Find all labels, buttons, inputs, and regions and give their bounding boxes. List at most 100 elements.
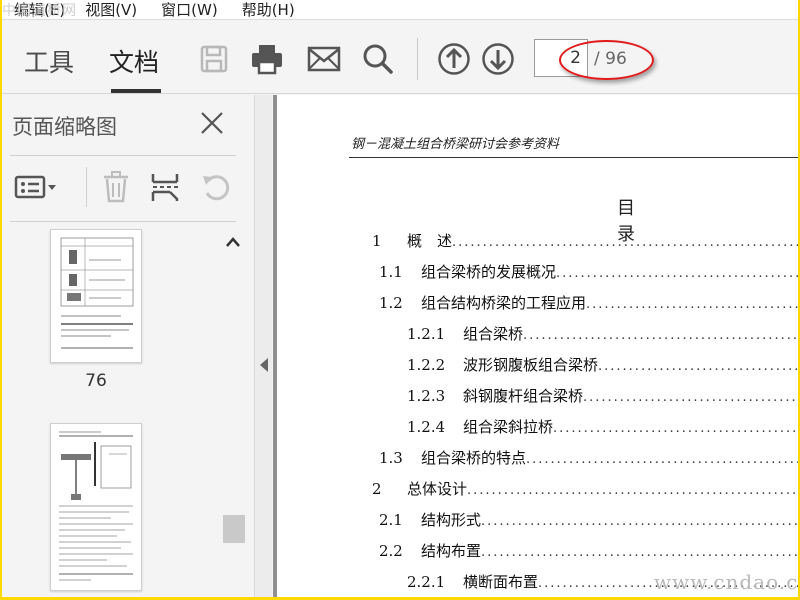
toc-entry-title: 组合梁桥的特点 [421,449,527,467]
menu-edit[interactable]: 编辑(E) [14,1,65,19]
toc-leader-dots: ........................................… [553,421,798,436]
scrollbar-thumb[interactable] [223,515,245,543]
toolbar-separator [417,38,418,80]
options-icon [14,175,56,199]
menu-help[interactable]: 帮助(H) [242,1,295,19]
save-icon [200,45,228,73]
toc-leader-dots: ........................................… [481,545,798,560]
chevron-up-icon [226,237,240,247]
toc-leader-dots: ........................................… [452,235,798,250]
page-thumbnail[interactable] [50,229,142,363]
toc-entry-number: 1.2.4 [407,418,446,436]
email-icon [307,46,341,72]
toc-entry-title: 斜钢腹杆组合梁桥 [463,387,584,405]
toc-entry-number: 1.3 [379,449,403,467]
document-view[interactable]: 钢－混凝土组合桥梁研讨会参考资料 目 录 1概 述 ..............… [273,95,798,597]
thumbnail-panel: 页面缩略图 76 [2,95,254,597]
toc-entry-number: 2.2 [379,542,403,560]
close-icon [201,112,223,134]
toc-leader-dots: ........................................… [586,297,798,312]
tab-document[interactable]: 文档 [109,43,159,79]
toc-entry[interactable]: 1.2.3 斜钢腹杆组合梁桥 ..........................… [407,385,798,407]
panel-collapse-handle[interactable] [254,95,272,597]
toc-entry-title: 概 述 [407,232,453,250]
toc-entry-number: 1.2.3 [407,387,446,405]
page-down-icon [482,43,514,75]
toc-entry[interactable]: 2.2 结构布置 ................................… [379,540,798,562]
toc-leader-dots: ........................................… [467,483,798,498]
toc-entry-number: 2.1 [379,511,403,529]
toc-entry[interactable]: 1.2.2 波形钢腹板组合梁桥 .........................… [407,354,798,376]
toc-leader-dots: ........................................… [538,576,798,591]
toc-entry-number: 2 [372,480,382,498]
page-thumbnail[interactable] [50,423,142,591]
toc-entry-title: 结构布置 [421,542,482,560]
toc-entry-title: 波形钢腹板组合梁桥 [463,356,599,374]
divider [10,221,236,222]
extract-icon [151,174,179,201]
header-rule [349,157,798,158]
toc-entry-number: 1.1 [379,263,403,281]
thumbnail-page-number: 76 [85,371,107,391]
save-button[interactable] [195,40,233,78]
close-panel-button[interactable] [198,109,226,137]
toc-entry-number: 1.2 [379,294,403,312]
rotate-pages-button[interactable] [200,169,232,205]
toolbar: 工具 文档 2 / 96 [2,21,798,94]
next-page-button[interactable] [479,40,517,78]
thumbnail-preview [60,237,134,349]
delete-icon [104,171,128,203]
toc-entry-title: 组合梁斜拉桥 [463,418,554,436]
document-page: 钢－混凝土组合桥梁研讨会参考资料 目 录 1概 述 ..............… [277,95,798,597]
toc-entry[interactable]: 1.2.4 组合梁斜拉桥 ............................… [407,416,798,438]
toc-entry-number: 1.2.1 [407,325,446,343]
toc-entry[interactable]: 1.2.1 组合梁桥 ..............................… [407,323,798,345]
toc-entry-title: 横断面布置 [463,573,539,591]
toc-entry-number: 2.2.1 [407,573,446,591]
active-tab-indicator [111,89,161,93]
collapse-arrow-icon [260,358,268,372]
print-icon [252,45,282,75]
toc-entry-title: 总体设计 [407,480,468,498]
toc-entry-title: 组合梁桥 [463,325,524,343]
toc-leader-dots: ........................................… [556,266,798,281]
toc-entry-number: 1.2.2 [407,356,446,374]
page-up-icon [438,43,470,75]
app-window: 编辑(E) 视图(V) 窗口(W) 帮助(H) 中国道桥网 工具 文档 2 / … [2,0,798,597]
toc-entry[interactable]: 1.3 组合梁桥的特点 .............................… [379,447,798,469]
toc-entry[interactable]: 2.1 结构形式 ................................… [379,509,798,531]
toc-leader-dots: ........................................… [523,328,798,343]
toc-leader-dots: ........................................… [526,452,798,467]
toc-leader-dots: ........................................… [583,390,798,405]
toc-entry[interactable]: 2 总体设计 ..................................… [372,478,798,500]
toc-entry[interactable]: 1 概 述 ...................................… [372,230,798,252]
toolbar-separator [86,167,87,207]
toc-entry-title: 组合梁桥的发展概况 [421,263,557,281]
panel-title: 页面缩略图 [12,115,117,139]
menu-view[interactable]: 视图(V) [85,1,137,19]
scroll-up-button[interactable] [222,233,244,251]
tab-tools[interactable]: 工具 [24,43,74,79]
search-button[interactable] [359,40,397,78]
toc-entry[interactable]: 2.2.1 横断面布置 .............................… [407,571,798,593]
toc-entry[interactable]: 1.2 组合结构桥梁的工程应用 .........................… [379,292,798,314]
toc-entry-number: 1 [372,232,382,250]
divider [10,155,236,156]
menu-window[interactable]: 窗口(W) [161,1,218,19]
running-header: 钢－混凝土组合桥梁研讨会参考资料 [351,137,560,152]
menubar: 编辑(E) 视图(V) 窗口(W) 帮助(H) [2,0,798,20]
toc-entry[interactable]: 1.1 组合梁桥的发展概况 ...........................… [379,261,798,283]
highlight-annotation [559,40,654,80]
delete-pages-button[interactable] [102,169,130,205]
thumbnail-preview [59,431,133,581]
thumbnail-list[interactable]: 76 [10,225,248,597]
toc-entry-title: 结构形式 [421,511,482,529]
toc-leader-dots: ........................................… [481,514,798,529]
previous-page-button[interactable] [435,40,473,78]
extract-pages-button[interactable] [150,169,182,205]
thumbnail-options-button[interactable] [14,169,60,205]
print-button[interactable] [248,40,286,78]
email-button[interactable] [305,40,343,78]
search-icon [363,44,393,74]
toc-entry-title: 组合结构桥梁的工程应用 [421,294,587,312]
